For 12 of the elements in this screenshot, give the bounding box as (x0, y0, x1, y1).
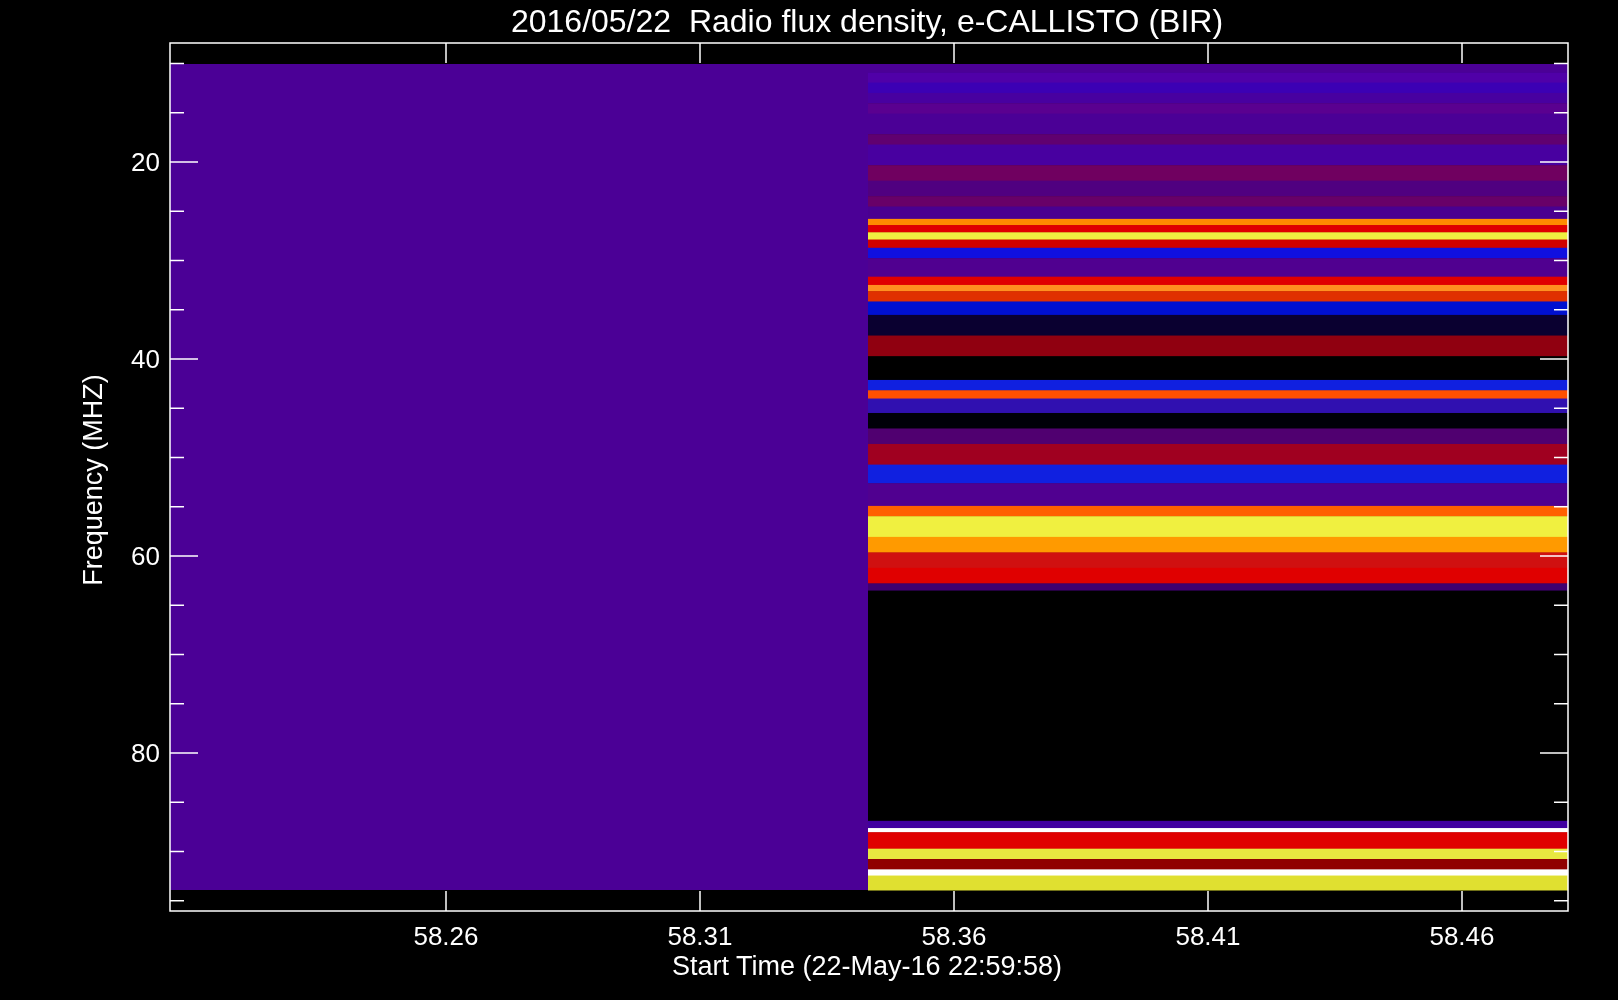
chart-title: 2016/05/22 Radio flux density, e-CALLISTO (BIR) (510, 3, 1224, 39)
tick-label: 58.26 (413, 921, 479, 951)
axis-title: Start Time (22-May-16 22:59:58) (671, 951, 1063, 981)
tick-label: 80 (131, 738, 160, 768)
tick-label: 20 (131, 147, 160, 177)
tick-label: 40 (131, 344, 160, 374)
tick-label: 58.46 (1429, 921, 1495, 951)
axis-title: Frequency (MHZ) (78, 374, 108, 586)
tick-label: 60 (131, 541, 160, 571)
tick-label: 58.36 (921, 921, 987, 951)
tick-label: 58.31 (667, 921, 733, 951)
tick-label: 58.41 (1175, 921, 1241, 951)
